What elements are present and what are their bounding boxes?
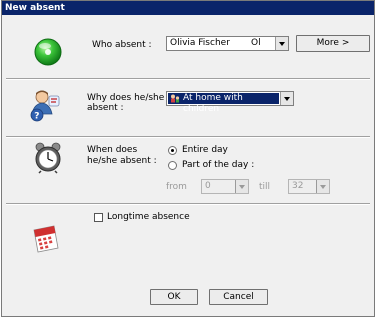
alarm-clock-icon — [33, 140, 63, 174]
new-absent-dialog: New absent Who absent : Olivia Fischer O… — [1, 0, 375, 317]
from-label: from — [166, 182, 187, 192]
person-name: Olivia Fischer — [170, 38, 230, 48]
entire-day-label[interactable]: Entire day — [182, 145, 228, 156]
part-of-day-label[interactable]: Part of the day : — [182, 160, 254, 171]
person-select[interactable]: Olivia Fischer Ol — [166, 36, 289, 51]
window-title: New absent — [5, 3, 65, 13]
chevron-down-icon[interactable] — [280, 92, 293, 105]
why-absent-label-line2: absent : — [87, 103, 124, 113]
chevron-down-icon[interactable] — [316, 180, 329, 193]
reason-text: At home with children — [183, 93, 243, 114]
cancel-button[interactable]: Cancel — [209, 289, 268, 305]
chevron-down-icon[interactable] — [235, 180, 248, 193]
section-divider — [6, 78, 370, 80]
ok-button[interactable]: OK — [150, 289, 198, 305]
from-value: 0 — [205, 181, 211, 191]
who-absent-label: Who absent : — [92, 40, 152, 50]
person-code: Ol — [251, 38, 261, 48]
longtime-absence-label[interactable]: Longtime absence — [107, 212, 190, 223]
chevron-down-icon[interactable] — [275, 37, 288, 50]
person-question-icon: ? — [28, 88, 62, 122]
section-divider — [6, 136, 370, 138]
till-value: 32 — [292, 181, 304, 191]
longtime-absence-checkbox[interactable] — [94, 213, 103, 222]
green-status-icon — [33, 37, 63, 67]
till-select[interactable]: 32 — [288, 179, 330, 194]
from-select[interactable]: 0 — [201, 179, 249, 194]
when-absent-label-line2: he/she absent : — [87, 156, 157, 166]
calendar-icon — [30, 222, 62, 254]
till-label: till — [259, 182, 271, 192]
reason-select[interactable]: At home with children — [166, 91, 294, 114]
title-bar: New absent — [2, 1, 374, 15]
when-absent-label-line1: When does — [87, 145, 138, 155]
entire-day-radio[interactable] — [168, 146, 177, 155]
part-of-day-radio[interactable] — [168, 161, 177, 170]
section-divider — [6, 203, 370, 205]
more-button[interactable]: More > — [296, 35, 370, 52]
reason-icon — [170, 94, 180, 103]
svg-text:?: ? — [34, 112, 39, 122]
reason-selected-item: At home with children — [168, 93, 279, 114]
